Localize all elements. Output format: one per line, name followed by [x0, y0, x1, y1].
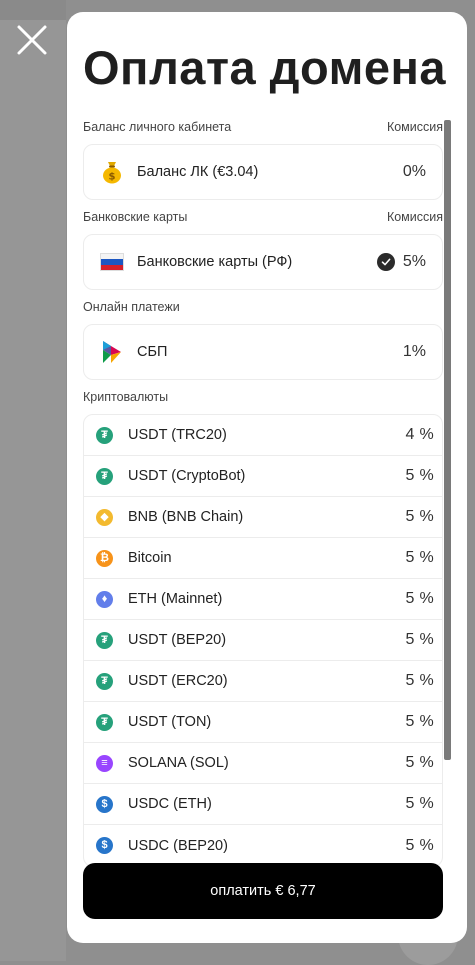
crypto-method-fee: 5 %	[405, 631, 434, 648]
crypto-method-item[interactable]: ♦ ETH (Mainnet) 5 %	[84, 579, 442, 620]
crypto-method-fee: 5 %	[405, 549, 434, 566]
russia-flag-icon	[100, 250, 124, 274]
tether-icon: ₮	[96, 713, 113, 731]
bitcoin-icon: ₿	[96, 549, 113, 567]
section-header-crypto: Криптовалюты	[83, 386, 443, 408]
section-header-online: Онлайн платежи	[83, 296, 443, 318]
crypto-method-item[interactable]: $ USDC (ETH) 5 %	[84, 784, 442, 825]
tether-icon: ₮	[96, 467, 113, 485]
tether-icon: ₮	[96, 426, 113, 444]
crypto-method-item[interactable]: ₿ Bitcoin 5 %	[84, 538, 442, 579]
method-balance[interactable]: $ Баланс ЛК (€3.04) 0%	[83, 144, 443, 200]
usdc-icon: $	[96, 837, 113, 854]
payment-methods-list[interactable]: Баланс личного кабинета Комиссия $ Балан…	[83, 116, 443, 866]
crypto-method-item[interactable]: ₮ USDT (BEP20) 5 %	[84, 620, 442, 661]
crypto-method-label: ETH (Mainnet)	[128, 591, 223, 607]
crypto-method-label: Bitcoin	[128, 550, 172, 566]
crypto-method-label: USDT (CryptoBot)	[128, 468, 246, 484]
section-label: Баланс личного кабинета	[83, 120, 232, 134]
sbp-icon	[100, 340, 124, 364]
method-label: СБП	[137, 344, 168, 360]
crypto-method-item[interactable]: ₮ USDT (CryptoBot) 5 %	[84, 456, 442, 497]
method-bank-cards[interactable]: Банковские карты (РФ) 5%	[83, 234, 443, 290]
crypto-method-label: BNB (BNB Chain)	[128, 509, 244, 525]
commission-label: Комиссия	[386, 120, 443, 134]
crypto-method-fee: 5 %	[405, 672, 434, 689]
crypto-method-label: USDT (ERC20)	[128, 673, 228, 689]
section-label: Криптовалюты	[83, 390, 169, 404]
method-fee: 1%	[402, 343, 426, 360]
crypto-method-label: USDT (BEP20)	[128, 632, 227, 648]
crypto-methods-list: ₮ USDT (TRC20) 4 % ₮ USDT (CryptoBot) 5 % ◆ BNB…	[83, 414, 443, 866]
method-sbp[interactable]: СБП 1%	[83, 324, 443, 380]
scrollbar[interactable]	[444, 120, 451, 760]
crypto-method-fee: 5 %	[405, 754, 434, 771]
tether-icon: ₮	[96, 631, 113, 649]
crypto-method-item[interactable]: ₮ USDT (ERC20) 5 %	[84, 661, 442, 702]
backdrop-panel	[0, 20, 66, 961]
selected-check-icon	[376, 253, 395, 271]
crypto-method-item[interactable]: ₮ USDT (TON) 5 %	[84, 702, 442, 743]
page-title: Оплата домена	[83, 41, 447, 94]
crypto-method-label: USDC (BEP20)	[128, 837, 228, 854]
crypto-method-fee: 5 %	[405, 467, 434, 484]
crypto-method-item[interactable]: ◆ BNB (BNB Chain) 5 %	[84, 497, 442, 538]
crypto-method-item[interactable]: $ USDC (BEP20) 5 %	[84, 825, 442, 866]
solana-icon: ≡	[96, 754, 113, 772]
section-header-cards: Банковские карты Комиссия	[83, 206, 443, 228]
crypto-method-fee: 5 %	[405, 836, 434, 854]
close-icon	[17, 25, 47, 55]
commission-label: Комиссия	[386, 210, 443, 224]
ethereum-icon: ♦	[96, 590, 113, 608]
crypto-method-label: SOLANA (SOL)	[128, 755, 229, 771]
money-bag-icon: $	[100, 160, 124, 184]
method-label: Банковские карты (РФ)	[137, 254, 293, 270]
pay-button[interactable]: оплатить € 6,77	[83, 863, 443, 919]
svg-text:$: $	[109, 172, 116, 183]
usdc-icon: $	[96, 795, 113, 813]
crypto-method-fee: 5 %	[405, 713, 434, 730]
section-label: Банковские карты	[83, 210, 188, 224]
section-label: Онлайн платежи	[83, 300, 180, 314]
crypto-method-fee: 4 %	[405, 426, 434, 443]
section-header-balance: Баланс личного кабинета Комиссия	[83, 116, 443, 138]
crypto-method-fee: 5 %	[405, 795, 434, 812]
crypto-method-label: USDT (TRC20)	[128, 427, 227, 443]
crypto-method-item[interactable]: ≡ SOLANA (SOL) 5 %	[84, 743, 442, 784]
crypto-method-fee: 5 %	[405, 508, 434, 525]
method-fee: 5%	[402, 253, 426, 270]
method-label: Баланс ЛК (€3.04)	[137, 164, 259, 180]
crypto-method-item[interactable]: ₮ USDT (TRC20) 4 %	[84, 415, 442, 456]
method-fee: 0%	[402, 163, 426, 180]
crypto-method-fee: 5 %	[405, 590, 434, 607]
payment-modal: Оплата домена Баланс личного кабинета Ко…	[67, 12, 467, 943]
crypto-method-label: USDC (ETH)	[128, 796, 212, 812]
crypto-method-label: USDT (TON)	[128, 714, 212, 730]
close-button[interactable]	[14, 22, 50, 58]
tether-icon: ₮	[96, 672, 113, 690]
bnb-icon: ◆	[96, 508, 113, 526]
